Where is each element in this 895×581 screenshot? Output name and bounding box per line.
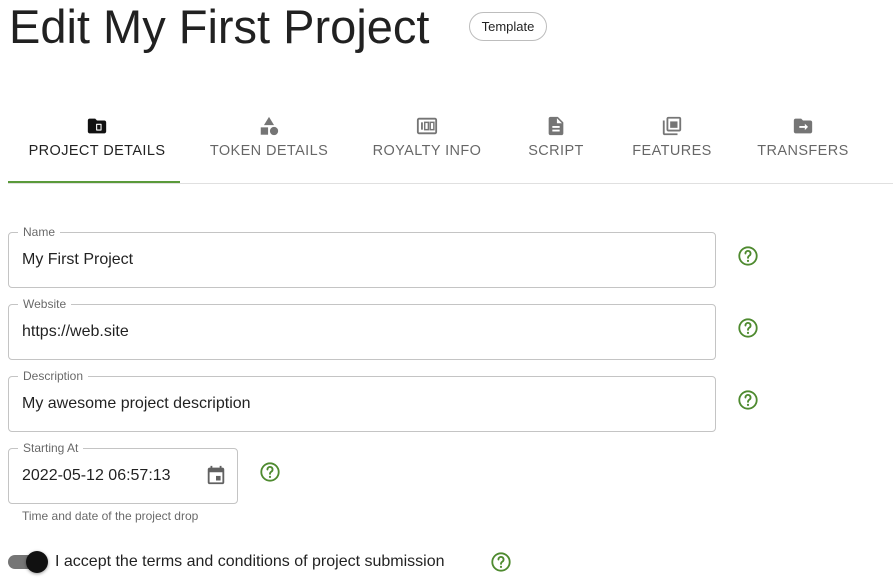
active-tab-indicator [8, 181, 180, 183]
tab-royalty-info[interactable]: ROYALTY INFO [367, 105, 487, 183]
tab-project-details[interactable]: PROJECT DETAILS [24, 105, 170, 183]
name-field-value: My First Project [22, 251, 134, 268]
description-help-icon[interactable] [737, 389, 759, 411]
toggle-thumb [26, 551, 48, 573]
starting-at-field[interactable]: Starting At 2022-05-12 06:57:13 [8, 440, 238, 504]
tab-label: ROYALTY INFO [372, 143, 482, 159]
shapes-icon [258, 115, 280, 137]
tab-label: TRANSFERS [757, 143, 849, 159]
tab-label: SCRIPT [528, 143, 584, 159]
description-field[interactable]: Description My awesome project descripti… [8, 368, 716, 432]
terms-help-icon[interactable] [490, 551, 512, 573]
starting-at-field-label: Starting At [18, 440, 84, 456]
library-icon [661, 115, 683, 137]
hundred-icon [416, 115, 438, 137]
tab-label: TOKEN DETAILS [209, 143, 329, 159]
website-field-value: https://web.site [22, 323, 129, 340]
starting-at-field-value: 2022-05-12 06:57:13 [22, 467, 171, 484]
name-field-label: Name [18, 224, 61, 240]
edit-project-page: Edit My First Project Template PROJECT D… [0, 0, 895, 581]
tab-label: PROJECT DETAILS [28, 143, 166, 159]
document-icon [545, 115, 567, 137]
tab-label: FEATURES [632, 143, 712, 159]
tab-features[interactable]: FEATURES [627, 105, 717, 183]
terms-label: I accept the terms and conditions of pro… [55, 553, 445, 570]
page-title: Edit My First Project [9, 0, 430, 53]
description-field-label: Description [18, 368, 89, 384]
folder-doc-icon [86, 115, 108, 137]
starting-at-help-icon[interactable] [259, 461, 281, 483]
tab-script[interactable]: SCRIPT [520, 105, 592, 183]
calendar-icon[interactable] [205, 464, 227, 486]
website-help-icon[interactable] [737, 317, 759, 339]
template-chip[interactable]: Template [469, 12, 547, 41]
folder-arrow-icon [792, 115, 814, 137]
website-field-label: Website [18, 296, 72, 312]
terms-toggle[interactable] [8, 551, 48, 573]
name-help-icon[interactable] [737, 245, 759, 267]
website-field[interactable]: Website https://web.site [8, 296, 716, 360]
tab-token-details[interactable]: TOKEN DETAILS [204, 105, 334, 183]
description-field-value: My awesome project description [22, 395, 251, 412]
name-field[interactable]: Name My First Project [8, 224, 716, 288]
tab-bar: PROJECT DETAILS TOKEN DETAILS ROYALTY IN… [8, 105, 893, 184]
starting-at-helper-text: Time and date of the project drop [22, 509, 199, 523]
tab-transfers[interactable]: TRANSFERS [751, 105, 855, 183]
